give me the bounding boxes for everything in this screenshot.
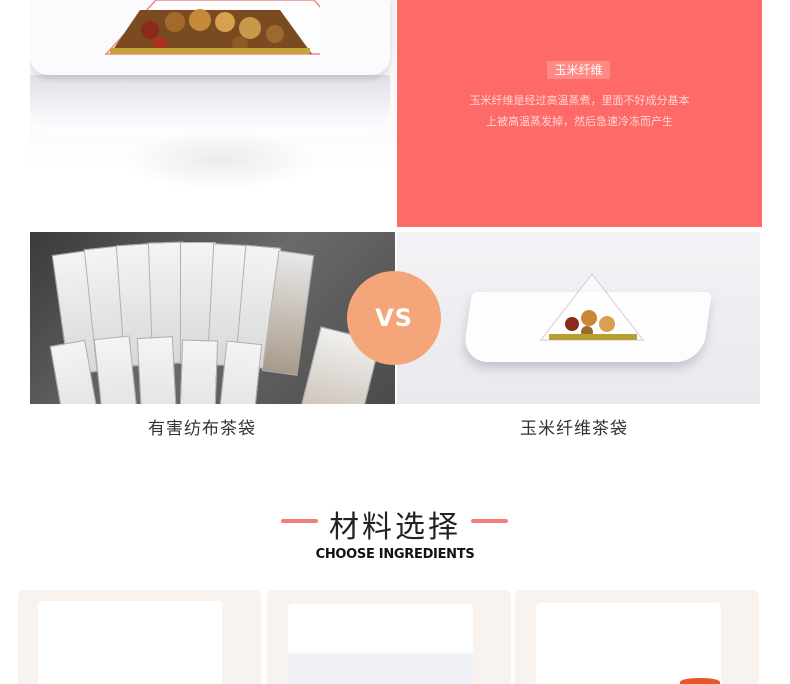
heading-line-right bbox=[471, 519, 508, 523]
section-title: 材料选择 bbox=[329, 510, 461, 545]
ingredient-image bbox=[288, 604, 473, 684]
reflection bbox=[120, 130, 320, 190]
ingredient-image bbox=[38, 601, 222, 684]
nonwoven-bag-caption: 有害纺布茶袋 bbox=[148, 419, 256, 439]
corn-fiber-tag: 玉米纤维 bbox=[547, 61, 610, 79]
heading-line-left bbox=[281, 519, 318, 523]
ingredient-fruit-icon bbox=[680, 678, 720, 684]
tea-pyramid-bag-icon bbox=[104, 0, 320, 55]
bag bbox=[177, 339, 219, 404]
nonwoven-bags-photo bbox=[30, 232, 395, 404]
bag bbox=[136, 336, 180, 404]
vs-badge: VS bbox=[347, 271, 441, 365]
tea-pyramid-bag-icon bbox=[539, 273, 645, 341]
desc-line-1: 玉米纤维是经过高温蒸煮，里面不好成分基本 bbox=[469, 94, 690, 107]
tea-bag-photo-top bbox=[30, 0, 396, 227]
section-subtitle: CHOOSE INGREDIENTS bbox=[315, 547, 475, 562]
ingredient-card bbox=[515, 590, 759, 684]
corn-fiber-info-panel: 玉米纤维 玉米纤维是经过高温蒸煮，里面不好成分基本 上被高温蒸发掉，然后急速冷冻… bbox=[397, 0, 762, 227]
ingredient-card bbox=[267, 590, 511, 684]
corn-fiber-bag-caption: 玉米纤维茶袋 bbox=[520, 419, 628, 439]
corn-fiber-bag-photo bbox=[397, 232, 760, 404]
ingredient-image bbox=[536, 603, 721, 684]
plate-shadow bbox=[30, 75, 390, 135]
ingredient-card bbox=[18, 590, 261, 684]
desc-line-2: 上被高温蒸发掉，然后急速冷冻而产生 bbox=[486, 115, 673, 128]
